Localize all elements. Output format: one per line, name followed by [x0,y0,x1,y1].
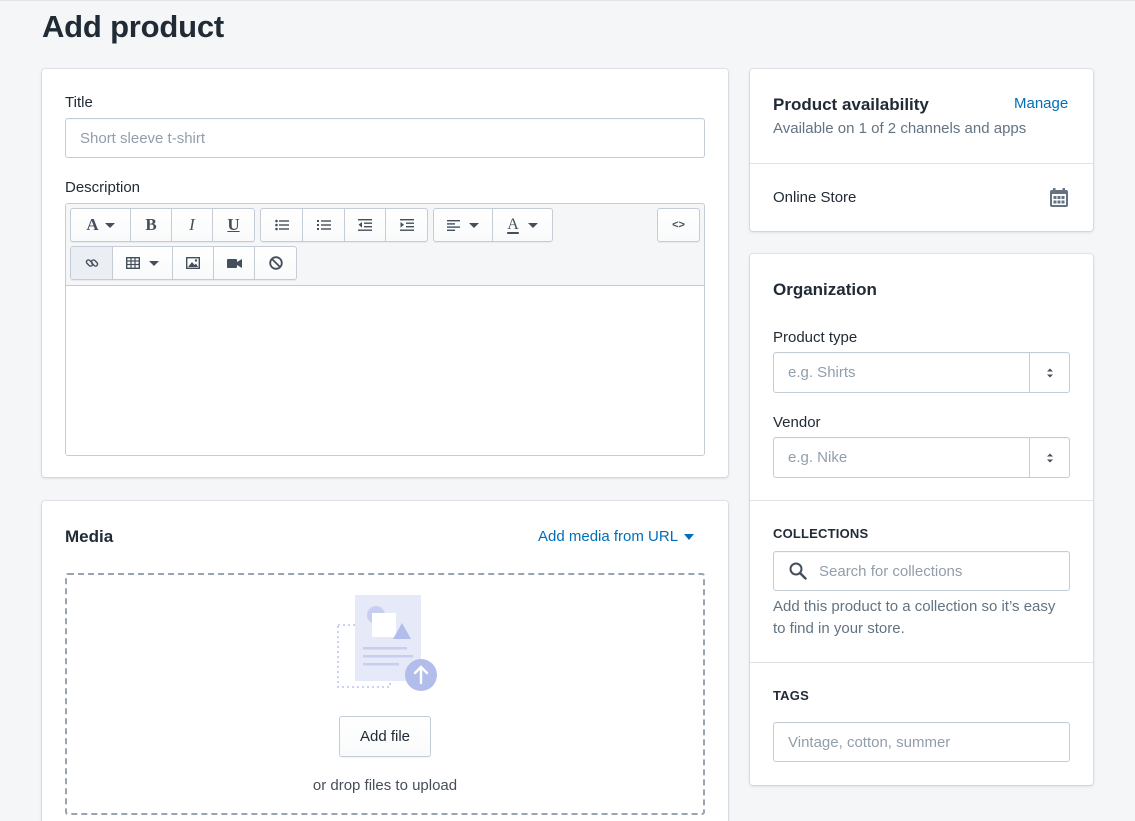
video-icon [226,258,242,268]
code-group: <> [657,208,700,242]
availability-summary: Available on 1 of 2 channels and apps [773,120,1027,137]
media-dropzone[interactable]: Add file or drop files to upload [65,573,705,815]
vendor-label: Vendor [773,414,821,431]
title-label: Title [65,94,93,111]
code-view-button[interactable]: <> [658,209,699,241]
list-group [260,208,428,242]
product-type-label: Product type [773,329,858,346]
insert-group [70,246,297,280]
italic-icon: I [189,215,195,234]
add-file-button[interactable]: Add file [339,716,431,757]
link-icon [85,259,98,267]
chevron-down-icon [104,222,115,228]
image-icon [186,257,200,269]
availability-title: Product availability [773,95,929,114]
text-style-group: A B I U [70,208,255,242]
manage-link[interactable]: Manage [1014,95,1068,112]
underline-button[interactable]: U [213,209,254,241]
code-icon: <> [672,219,685,231]
bold-button[interactable]: B [131,209,172,241]
outdent-button[interactable] [345,209,386,241]
editor-toolbar: A B I U A <> [66,204,704,286]
media-card: Media Add media from URL Add file or dro… [42,501,728,821]
vendor-select-toggle[interactable] [1029,437,1070,478]
collections-heading: COLLECTIONS [773,526,869,541]
collections-search-input[interactable] [773,551,1070,591]
tags-heading: TAGS [773,688,809,703]
table-button[interactable] [113,247,173,279]
organization-card: Organization Product type Vendor COLLECT… [750,254,1093,785]
italic-button[interactable]: I [172,209,213,241]
chevron-down-icon [149,260,159,266]
underline-icon: U [227,215,240,234]
collections-search [773,551,1070,591]
font-icon: A [86,215,99,234]
alignment-group: A [433,208,553,242]
numbered-list-button[interactable] [303,209,345,241]
text-color-button[interactable]: A [493,209,552,241]
divider [750,500,1093,501]
table-icon [126,257,140,269]
description-label: Description [65,179,141,196]
drop-files-hint: or drop files to upload [312,777,458,794]
insert-image-button[interactable] [173,247,214,279]
organization-title: Organization [773,280,877,299]
clear-formatting-button[interactable] [255,247,296,279]
bold-icon: B [145,215,157,234]
tags-input[interactable] [773,722,1070,762]
chevron-down-icon [527,222,538,228]
search-icon [789,562,807,580]
font-style-button[interactable]: A [71,209,131,241]
select-arrows-icon [1047,453,1053,462]
page-title: Add product [42,9,225,44]
vendor-combobox [773,437,1070,478]
add-media-from-url-label: Add media from URL [538,528,679,545]
bulleted-list-icon [274,219,289,231]
indent-icon [399,219,414,231]
divider [750,662,1093,663]
outdent-icon [358,219,372,231]
bulleted-list-button[interactable] [261,209,303,241]
text-color-icon: A [507,216,519,233]
calendar-icon[interactable] [1050,188,1068,207]
indent-button[interactable] [386,209,427,241]
align-button[interactable] [434,209,493,241]
product-type-combobox [773,352,1070,393]
media-title: Media [65,527,114,546]
chevron-down-icon [684,533,695,540]
product-type-select-toggle[interactable] [1029,352,1070,393]
divider [750,163,1093,164]
add-media-from-url-dropdown[interactable]: Add media from URL [538,528,695,545]
description-textarea[interactable] [66,287,704,455]
link-button[interactable] [71,247,113,279]
collections-help-text: Add this product to a collection so it’s… [773,598,1056,637]
vendor-input[interactable] [773,437,1070,478]
online-store-channel: Online Store [773,189,857,206]
chevron-down-icon [469,222,479,228]
title-input[interactable] [65,118,705,158]
select-arrows-icon [1047,368,1053,377]
upload-illustration-icon [337,595,437,691]
product-type-input[interactable] [773,352,1070,393]
numbered-list-icon [316,220,331,230]
product-details-card: Title Description A B I U [42,69,728,477]
align-icon [447,219,460,231]
insert-video-button[interactable] [214,247,255,279]
description-editor: A B I U A <> [65,203,705,456]
product-availability-card: Product availability Manage Available on… [750,69,1093,231]
clear-formatting-icon [268,256,283,270]
